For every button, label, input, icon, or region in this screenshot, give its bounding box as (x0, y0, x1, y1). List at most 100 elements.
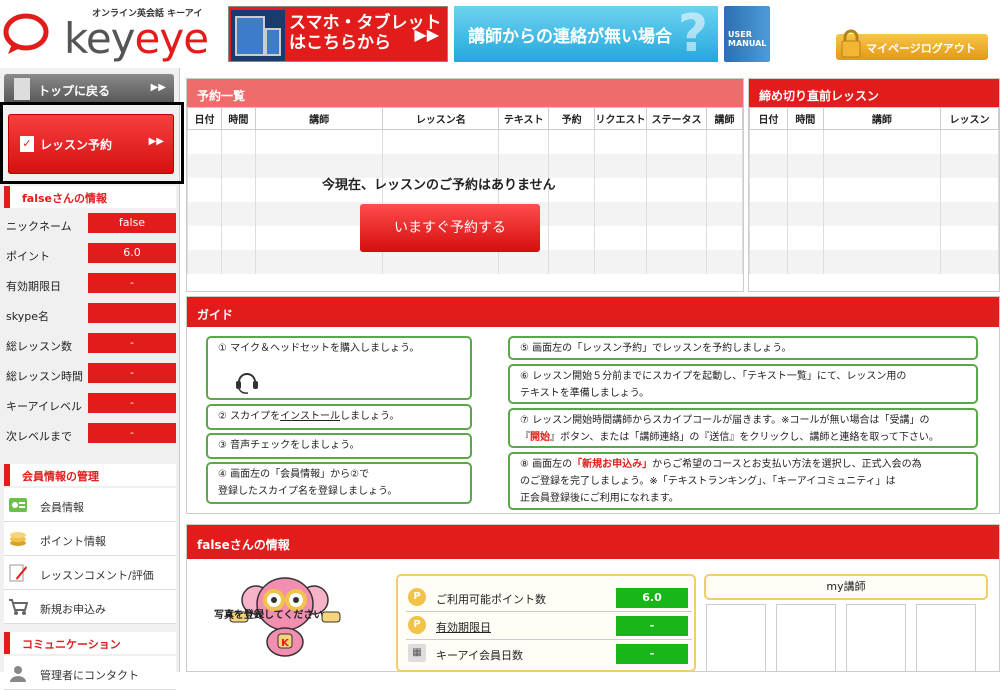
teacher-slot[interactable] (846, 604, 906, 672)
guide-step-text: しましょう。 (339, 411, 400, 422)
sidebar-user-info-title: falseさんの情報 (4, 186, 176, 208)
logout-label: マイページログアウト (866, 42, 976, 55)
svg-text:K: K (281, 638, 290, 649)
points-label: ご利用可能ポイント数 (436, 593, 546, 606)
smartphone-tablet-banner[interactable]: スマホ・タブレット はこちらから ▶▶ (228, 6, 448, 62)
guide-step-text: ⑤ 画面左の「レッスン予約」でレッスンを予約しましょう。 (520, 343, 792, 354)
logout-button[interactable]: マイページログアウト (836, 29, 988, 60)
expiry-link[interactable]: 有効期限日 (436, 619, 491, 635)
guide-step-text: ③ 音声チェックをしましょう。 (218, 440, 360, 451)
banner-contact-text: 講師からの連絡が無い場合 (468, 27, 672, 47)
sidebar-item-new-application[interactable]: 新規お申込み (4, 590, 176, 624)
lesson-reservation-label: レッスン予約 (40, 138, 113, 152)
teacher-slot[interactable] (706, 604, 766, 672)
guide-title: ガイド (187, 297, 999, 327)
point-coin-icon: P (408, 588, 426, 606)
info-row-total-time: 総レッスン時間 - (4, 360, 176, 390)
sidebar-member-title: 会員情報の管理 (4, 464, 176, 486)
info-row-nickname: ニックネーム false (4, 210, 176, 240)
col-teacher: 講師 (822, 107, 942, 130)
guide-step-text: からご希望のコースとお支払い方法を選択し、正式入会の為 (652, 459, 922, 470)
guide-step-text: ⑥ レッスン開始５分前までにスカイプを起動し、「テキスト一覧」にて、レッスン用の (520, 371, 907, 382)
back-to-top-button[interactable]: トップに戻る ▶▶ (4, 74, 174, 104)
points-value: - (616, 644, 688, 664)
guide-step-text: 正会員登録後にご利用になれます。 (520, 493, 679, 504)
sidebar-item-label: ポイント情報 (40, 535, 106, 548)
info-label: 有効期限日 (6, 280, 61, 293)
guide-step-text: 登録したスカイプ名を登録しましょう。 (218, 486, 398, 497)
lesson-reservation-button[interactable]: ✓ レッスン予約 ▶▶ (8, 114, 174, 174)
table-row (749, 153, 999, 178)
info-label: ニックネーム (6, 220, 72, 233)
site-logo[interactable]: オンライン英会話 キーアイ keyeye (0, 0, 226, 68)
start-highlight: 開始 (530, 432, 550, 443)
info-label: 総レッスン数 (6, 340, 72, 353)
page-icon (14, 78, 30, 100)
points-summary-box: P ご利用可能ポイント数 6.0 P 有効期限日 - ▦ キーアイ会員日数 - (396, 574, 696, 672)
sidebar-item-lesson-comment[interactable]: レッスンコメント/評価 (4, 556, 176, 590)
no-reservation-message: 今現在、レッスンのご予約はありません (322, 178, 556, 193)
table-header-row: 日付 時間 講師 レッスン (749, 107, 999, 130)
col-time: 時間 (220, 107, 256, 130)
book-now-button[interactable]: いますぐ予約する (360, 204, 540, 252)
teacher-slot[interactable] (776, 604, 836, 672)
speech-bubble-logo-icon (3, 13, 49, 54)
sidebar-item-label: 会員情報 (40, 501, 84, 514)
coins-icon (10, 532, 26, 546)
col-lesson-name: レッスン名 (382, 107, 500, 130)
info-row-level: キーアイレベル - (4, 390, 176, 420)
info-label: skype名 (6, 310, 49, 323)
sidebar-item-label: レッスンコメント/評価 (40, 569, 154, 582)
pencil-note-icon (9, 564, 27, 582)
deadline-lessons-panel: 締め切り直前レッスン 日付 時間 講師 レッスン (748, 78, 1000, 292)
guide-step-text: テキストを準備しましょう。 (520, 388, 650, 399)
new-application-link[interactable]: 「新規お申込み」 (572, 459, 652, 470)
info-value: false (88, 213, 176, 233)
col-time: 時間 (786, 107, 824, 130)
sidebar-item-member-info[interactable]: 会員情報 (4, 488, 176, 522)
sidebar-item-contact-admin[interactable]: 管理者にコンタクト (4, 656, 176, 690)
deadline-table: 日付 時間 講師 レッスン (749, 107, 999, 274)
guide-step-text: のご登録を完了しましょう。※「テキストランキング」、「キーアイコミュニティ」は (520, 476, 896, 487)
col-reserve: 予約 (548, 107, 596, 130)
points-row-expiry: P 有効期限日 - (406, 612, 692, 640)
shopping-cart-icon (9, 599, 28, 615)
sidebar-item-points[interactable]: ポイント情報 (4, 522, 176, 556)
install-skype-link[interactable]: インストール (280, 411, 340, 422)
table-row (749, 249, 999, 274)
photo-register-note: 写真を登録してください (214, 610, 324, 621)
col-status: ステータス (646, 107, 707, 130)
checkbox-icon: ✓ (20, 136, 34, 152)
info-value: - (88, 273, 176, 293)
guide-step-7: ⑦ レッスン開始時間講師からスカイプコールが届きます。※コールが無い場合は「受講… (508, 408, 978, 448)
teacher-slot[interactable] (916, 604, 976, 672)
my-teacher-header: my講師 (704, 574, 988, 600)
logo-wordmark: keyeye (64, 14, 209, 63)
headset-icon (236, 373, 258, 394)
user-manual-book[interactable]: USER MANUAL (724, 6, 770, 62)
no-contact-banner[interactable]: ? 講師からの連絡が無い場合 (454, 6, 718, 62)
guide-step-text: ⑧ 画面左の (520, 459, 573, 470)
col-date: 日付 (749, 107, 788, 130)
manual-line1: USER (728, 30, 752, 39)
info-label: 総レッスン時間 (6, 370, 83, 383)
table-row (749, 129, 999, 154)
guide-step-text: ① マイク＆ヘッドセットを購入しましょう。 (218, 343, 420, 354)
manual-line2: MANUAL (728, 39, 767, 48)
info-row-next-level: 次レベルまで - (4, 420, 176, 450)
col-lesson: レッスン (940, 107, 999, 130)
person-icon (10, 666, 26, 682)
guide-step-text: ④ 画面左の「会員情報」から②で (218, 469, 370, 480)
info-value: - (88, 363, 176, 383)
reservation-list-title: 予約一覧 (187, 79, 743, 107)
table-row (749, 225, 999, 250)
tablet-phone-icon (231, 10, 285, 61)
points-row-member-days: ▦ キーアイ会員日数 - (406, 640, 692, 668)
guide-step-2: ② スカイプをインストールしましょう。 (206, 404, 472, 430)
sidebar-item-label: 管理者にコンタクト (40, 669, 139, 682)
double-chevron-icon: ▶▶ (150, 82, 166, 93)
point-coin-icon: P (408, 616, 426, 634)
points-row-available: P ご利用可能ポイント数 6.0 (406, 584, 692, 612)
col-teacher-contact: 講師 (705, 107, 744, 130)
deadline-title: 締め切り直前レッスン (749, 79, 999, 107)
